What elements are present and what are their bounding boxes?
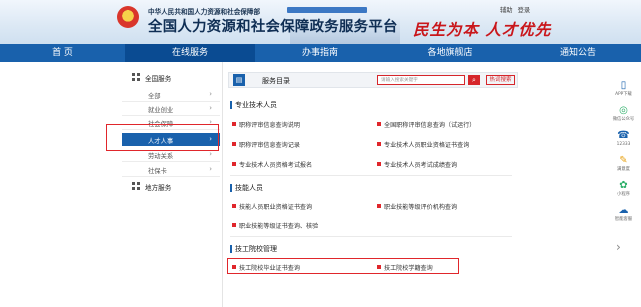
section-title-label: 技能人员 [235, 184, 263, 192]
rail-label: 12333 [616, 142, 631, 147]
slogan: 民生为本 人才优先 [413, 20, 552, 39]
national-emblem-icon: ★ [117, 6, 139, 28]
rail-service[interactable]: ☁ 智能客服 [606, 205, 641, 227]
nav-local-stores[interactable]: 各地旗舰店 [385, 44, 515, 62]
right-rail: ▯ APP下载 ◎ 微信公众号 ☎ 12333 ✎ 满意度 ✿ 小程序 ☁ 智能客服 › [606, 80, 641, 260]
sidebar-item-label: 就业创业 [148, 107, 174, 114]
grid-icon [132, 73, 140, 81]
phone-icon: ▯ [620, 80, 627, 91]
sidebar-item-employment[interactable]: 就业创业 › [122, 102, 220, 116]
bullet-icon [232, 122, 236, 126]
sidebar-item-all[interactable]: 全部 › [122, 88, 220, 102]
sidebar-cat-label: 全国服务 [145, 75, 172, 83]
service-link-label: 专业技术人员考试成绩查询 [384, 162, 458, 169]
catalog-header: ▤ 服务目录 请输入搜索关键字 ⌕ 热词搜索 [228, 72, 518, 88]
rail-label: 微信公众号 [612, 117, 635, 122]
service-icon: ☁ [618, 205, 629, 216]
sidebar-cat-national[interactable]: 全国服务 [122, 71, 220, 84]
sidebar-item-label: 全部 [148, 93, 161, 100]
org-badge [287, 7, 367, 13]
rail-label: APP下载 [615, 92, 632, 97]
service-link-label: 专业技术人员职业资格证书查询 [384, 142, 470, 149]
highlight-box [227, 258, 459, 274]
chevron-right-icon: › [209, 150, 212, 158]
nav-notices[interactable]: 通知公告 [515, 44, 641, 62]
rail-mini-program[interactable]: ✿ 小程序 [606, 180, 641, 202]
sidebar-item-label: 劳动关系 [148, 153, 174, 160]
bullet-icon [232, 204, 236, 208]
rail-app-download[interactable]: ▯ APP下载 [606, 80, 641, 102]
rail-label: 智能客服 [614, 217, 633, 222]
chevron-right-icon[interactable]: › [616, 240, 621, 254]
chevron-right-icon: › [209, 165, 212, 173]
accessibility-link[interactable]: 辅助 [500, 7, 513, 14]
sidebar-cat-label: 地方服务 [145, 184, 172, 192]
service-link-label: 职称评审信息查询说明 [239, 122, 300, 129]
mini-program-icon: ✿ [619, 180, 628, 191]
grid-icon [132, 182, 140, 190]
nav-online-service[interactable]: 在线服务 [125, 44, 255, 62]
survey-icon: ✎ [619, 155, 628, 166]
platform-title[interactable]: 全国人力资源和社会保障政务服务平台 [148, 15, 398, 36]
bullet-icon [232, 162, 236, 166]
wechat-icon: ◎ [619, 105, 628, 116]
rail-survey[interactable]: ✎ 满意度 [606, 155, 641, 177]
service-catalog: ▤ 服务目录 请输入搜索关键字 ⌕ 热词搜索 专业技术人员 职称评审信息查询说明… [222, 62, 522, 307]
bullet-icon [377, 204, 381, 208]
service-link-label: 职业技能等级证书查询、核验 [239, 223, 319, 230]
search-input[interactable]: 请输入搜索关键字 [377, 75, 465, 85]
nav-guide[interactable]: 办事指南 [255, 44, 385, 62]
sidebar-cat-local[interactable]: 地方服务 [122, 180, 220, 193]
bullet-icon [377, 122, 381, 126]
catalog-title: 服务目录 [262, 77, 290, 85]
bullet-icon [232, 142, 236, 146]
sidebar-item-ss-card[interactable]: 社保卡 › [122, 163, 220, 177]
sidebar-item-label: 社保卡 [148, 168, 167, 175]
rail-label: 小程序 [617, 192, 630, 197]
rail-label: 满意度 [617, 167, 630, 172]
service-link-label: 全国职称评审信息查询（试运行） [384, 122, 476, 129]
section-title-label: 技工院校管理 [235, 245, 277, 253]
hotline-icon: ☎ [617, 130, 630, 141]
chevron-right-icon: › [209, 90, 212, 98]
search-button[interactable]: ⌕ [468, 75, 480, 85]
service-link-label: 职称评审信息查询记录 [239, 142, 300, 149]
rail-wechat[interactable]: ◎ 微信公众号 [606, 105, 641, 127]
top-links: 辅助 登录 [497, 5, 530, 14]
service-sidebar: 全国服务 全部 › 就业创业 › 社会保障 › 人才人事 › 劳动关系 › 社保卡 › 地方… [122, 62, 223, 307]
hot-search-button[interactable]: 热词搜索 [486, 75, 515, 85]
bullet-icon [377, 162, 381, 166]
login-link[interactable]: 登录 [518, 7, 531, 14]
section-title-label: 专业技术人员 [235, 101, 277, 109]
service-link-label: 技能人员职业资格证书查询 [239, 204, 313, 211]
service-link-label: 职业技能等级评价机构查询 [384, 204, 458, 211]
bullet-icon [232, 223, 236, 227]
bullet-icon [377, 142, 381, 146]
site-header: ★ 中华人民共和国人力资源和社会保障部 全国人力资源和社会保障政务服务平台 民生… [0, 0, 641, 44]
nav-home[interactable]: 首 页 [0, 44, 125, 62]
main-nav: 首 页 在线服务 办事指南 各地旗舰店 通知公告 [0, 44, 641, 62]
divider [230, 175, 512, 176]
rail-hotline[interactable]: ☎ 12333 [606, 130, 641, 152]
service-link-label: 专业技术人员资格考试报名 [239, 162, 313, 169]
section-bar [230, 245, 232, 253]
section-bar [230, 101, 232, 109]
chevron-right-icon: › [209, 104, 212, 112]
catalog-icon: ▤ [233, 74, 245, 86]
divider [230, 236, 512, 237]
section-bar [230, 184, 232, 192]
highlight-box [106, 124, 219, 151]
